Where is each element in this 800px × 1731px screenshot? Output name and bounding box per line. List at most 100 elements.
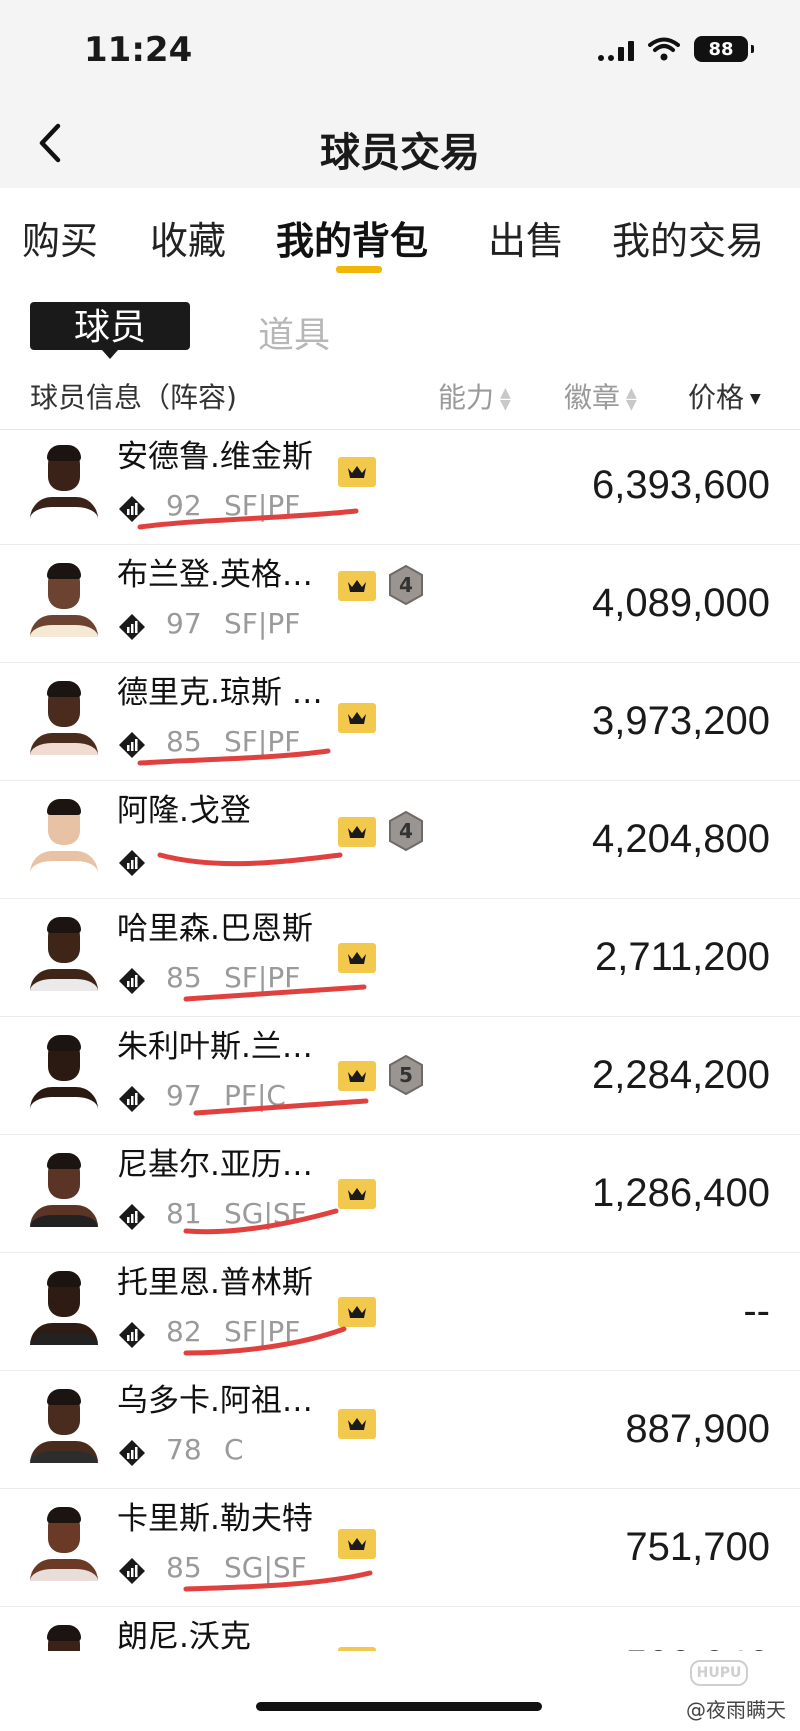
player-price: 3,973,200 — [592, 699, 770, 743]
player-rating: 82 — [166, 1315, 202, 1348]
crown-badge-icon — [338, 1061, 376, 1091]
crown-badge-icon — [338, 1179, 376, 1209]
column-ability[interactable]: 能力 ▲ ▼ — [438, 376, 511, 416]
player-name: 德里克.琼斯 … — [117, 675, 323, 711]
ability-diamond-icon — [118, 849, 146, 877]
player-avatar — [30, 1271, 98, 1345]
status-time: 11:24 — [84, 30, 193, 70]
sort-icon: ▲ ▼ — [626, 385, 637, 413]
player-row[interactable]: 乌多卡.阿祖… 78 C 887,900 — [0, 1371, 800, 1489]
hupu-logo: HUPU — [690, 1660, 748, 1686]
player-name: 尼基尔.亚历… — [117, 1147, 313, 1183]
player-price: 2,284,200 — [592, 1053, 770, 1097]
player-name: 布兰登.英格… — [117, 557, 313, 593]
player-avatar — [30, 1389, 98, 1463]
player-row[interactable]: 尼基尔.亚历… 81 SG|SF 1,286,400 — [0, 1135, 800, 1253]
player-rating: 85 — [166, 725, 202, 758]
player-row[interactable]: 阿隆.戈登 4 4,204,800 — [0, 781, 800, 899]
column-price-label: 价格 — [688, 381, 745, 414]
sort-descending-icon: ▼ — [750, 391, 761, 407]
player-position: SG|SF — [224, 1197, 307, 1230]
column-ability-label: 能力 — [438, 381, 495, 414]
player-price: -- — [743, 1289, 770, 1333]
nav-bar: 球员交易 — [0, 100, 800, 188]
badge-level: 4 — [399, 573, 413, 597]
player-rating: 85 — [166, 1551, 202, 1584]
cellular-signal-icon — [598, 37, 634, 61]
player-name: 朱利叶斯.兰… — [117, 1029, 313, 1065]
column-badge-label: 徽章 — [564, 381, 621, 414]
player-price: 1,286,400 — [592, 1171, 770, 1215]
player-avatar — [30, 681, 98, 755]
player-avatar — [30, 1507, 98, 1581]
player-avatar — [30, 1625, 98, 1651]
badge-level: 5 — [399, 1063, 413, 1087]
player-row[interactable]: 安德鲁.维金斯 92 SF|PF 6,393,600 — [0, 431, 800, 545]
crown-badge-icon — [338, 457, 376, 487]
player-price: 751,700 — [625, 1525, 770, 1569]
player-name: 乌多卡.阿祖… — [117, 1383, 313, 1419]
subtab-items[interactable]: 道具 — [258, 306, 330, 358]
ability-diamond-icon — [118, 1321, 146, 1349]
player-name: 哈里森.巴恩斯 — [117, 911, 313, 947]
tab-my-trades[interactable]: 我的交易 — [612, 210, 764, 265]
badge-level-hex-icon: 4 — [388, 565, 424, 605]
player-row[interactable]: 卡里斯.勒夫特 85 SG|SF 751,700 — [0, 1489, 800, 1607]
column-price[interactable]: 价格 ▼ — [688, 376, 761, 416]
column-player-info: 球员信息（阵容) — [30, 381, 237, 414]
player-row[interactable]: 朗尼.沃克 599,040 — [0, 1607, 800, 1651]
player-row[interactable]: 布兰登.英格… 4 97 SF|PF 4,089,000 — [0, 545, 800, 663]
home-indicator — [256, 1702, 542, 1711]
player-position: PF|C — [224, 1079, 286, 1112]
ability-diamond-icon — [118, 1085, 146, 1113]
subtab-pointer — [102, 350, 118, 359]
player-row[interactable]: 朱利叶斯.兰… 5 97 PF|C 2,284,200 — [0, 1017, 800, 1135]
tab-favorites[interactable]: 收藏 — [150, 210, 226, 265]
tab-sell[interactable]: 出售 — [488, 210, 564, 265]
ability-diamond-icon — [118, 495, 146, 523]
player-name: 托里恩.普林斯 — [117, 1265, 313, 1301]
crown-badge-icon — [338, 943, 376, 973]
active-tab-indicator — [336, 266, 382, 273]
player-position: SF|PF — [224, 489, 301, 522]
subtab-players[interactable]: 球员 — [30, 302, 190, 350]
tab-buy[interactable]: 购买 — [22, 210, 98, 265]
player-avatar — [30, 445, 98, 519]
ability-diamond-icon — [118, 613, 146, 641]
player-row[interactable]: 哈里森.巴恩斯 85 SF|PF 2,711,200 — [0, 899, 800, 1017]
player-avatar — [30, 917, 98, 991]
watermark: @夜雨瞒天 — [686, 1698, 786, 1722]
column-badge[interactable]: 徽章 ▲ ▼ — [564, 376, 637, 416]
battery-icon: 88 — [694, 36, 754, 62]
crown-badge-icon — [338, 1297, 376, 1327]
player-name: 安德鲁.维金斯 — [117, 439, 313, 475]
player-rating: 85 — [166, 961, 202, 994]
list-header: 球员信息（阵容) 能力 ▲ ▼ 徽章 ▲ ▼ 价格 ▼ — [0, 360, 800, 430]
tab-bar: 购买 收藏 我的背包 出售 我的交易 — [0, 188, 800, 280]
player-rating: 81 — [166, 1197, 202, 1230]
player-price: 4,204,800 — [592, 817, 770, 861]
crown-badge-icon — [338, 571, 376, 601]
player-position: SF|PF — [224, 725, 301, 758]
player-name: 朗尼.沃克 — [117, 1619, 251, 1651]
player-position: SF|PF — [224, 961, 301, 994]
player-list: 安德鲁.维金斯 92 SF|PF 6,393,600 布兰登.英格… 4 97 SF|PF 4,… — [0, 431, 800, 1651]
player-price: 2,711,200 — [595, 935, 770, 979]
tab-my-backpack[interactable]: 我的背包 — [276, 210, 428, 265]
player-position: SF|PF — [224, 1315, 301, 1348]
crown-badge-icon — [338, 1409, 376, 1439]
player-avatar — [30, 799, 98, 873]
crown-badge-icon — [338, 1529, 376, 1559]
status-bar: 11:24 88 — [0, 0, 800, 100]
player-position: SF|PF — [224, 607, 301, 640]
ability-diamond-icon — [118, 731, 146, 759]
player-avatar — [30, 1035, 98, 1109]
player-row[interactable]: 托里恩.普林斯 82 SF|PF -- — [0, 1253, 800, 1371]
badge-level: 4 — [399, 819, 413, 843]
page-title: 球员交易 — [320, 130, 480, 176]
player-position: C — [224, 1433, 244, 1466]
wifi-icon — [648, 37, 680, 61]
badge-level-hex-icon: 5 — [388, 1055, 424, 1095]
ability-diamond-icon — [118, 1557, 146, 1585]
player-row[interactable]: 德里克.琼斯 … 85 SF|PF 3,973,200 — [0, 663, 800, 781]
